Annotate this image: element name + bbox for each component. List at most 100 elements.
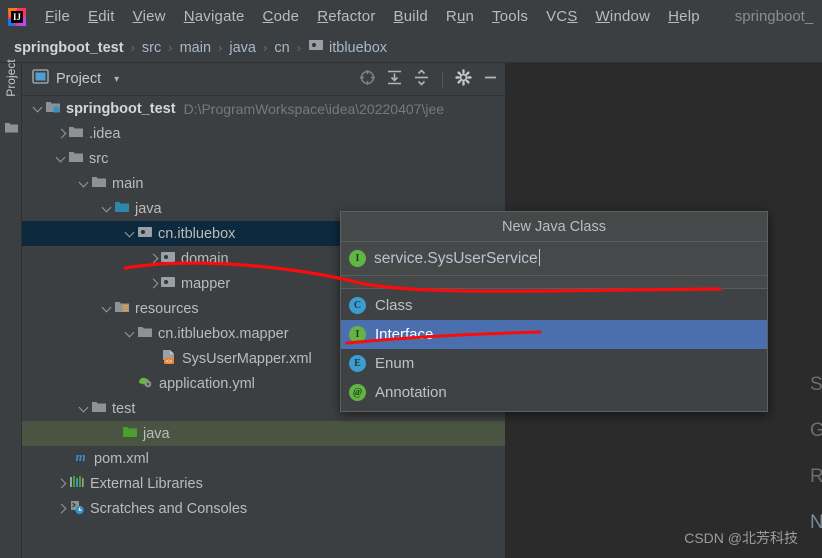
menu-bar: IJ File Edit View Navigate Code Refactor… bbox=[0, 0, 822, 33]
tree-label: pom.xml bbox=[94, 450, 149, 467]
chevron-down-icon[interactable] bbox=[78, 177, 91, 190]
project-tool-window-header: Project ▾ bbox=[22, 63, 505, 96]
annotation-badge-icon: @ bbox=[349, 384, 366, 401]
option-class[interactable]: C Class bbox=[341, 291, 767, 320]
chevron-right-icon[interactable] bbox=[147, 252, 160, 265]
option-label: Class bbox=[375, 297, 413, 314]
chevron-right-icon[interactable] bbox=[147, 277, 160, 290]
breadcrumb-item-java[interactable]: java bbox=[229, 40, 256, 56]
csdn-watermark: CSDN @北芳科技 bbox=[684, 530, 798, 546]
tree-label: java bbox=[135, 200, 162, 217]
chevron-down-icon[interactable] bbox=[55, 152, 68, 165]
hide-tool-window-icon[interactable] bbox=[482, 69, 499, 91]
chevron-down-icon[interactable] bbox=[101, 202, 114, 215]
chevron-down-icon[interactable] bbox=[124, 227, 137, 240]
xml-file-icon: <> bbox=[160, 349, 177, 369]
chevron-right-icon[interactable] bbox=[55, 127, 68, 140]
chevron-down-icon[interactable] bbox=[101, 302, 114, 315]
breadcrumb-separator: › bbox=[262, 40, 268, 55]
source-root-icon bbox=[114, 200, 130, 218]
tree-label: SysUserMapper.xml bbox=[182, 350, 312, 367]
package-icon bbox=[160, 275, 176, 293]
toolbar-divider bbox=[442, 71, 443, 88]
svg-text:m: m bbox=[75, 449, 85, 464]
clipped-menu-letter-r: R bbox=[810, 466, 822, 487]
chevron-down-icon[interactable] bbox=[124, 327, 137, 340]
expand-all-icon[interactable] bbox=[386, 69, 403, 91]
menu-window[interactable]: Window bbox=[587, 6, 660, 27]
sidebar-tab-project[interactable]: Project bbox=[4, 48, 18, 108]
project-view-icon bbox=[32, 69, 49, 89]
option-enum[interactable]: E Enum bbox=[341, 349, 767, 378]
breadcrumb-separator: › bbox=[296, 40, 301, 55]
popup-title: New Java Class bbox=[341, 212, 767, 242]
folder-icon bbox=[137, 325, 153, 343]
option-label: Enum bbox=[375, 355, 415, 372]
folder-icon bbox=[91, 400, 107, 418]
collapse-all-icon[interactable] bbox=[413, 68, 430, 91]
menu-navigate[interactable]: Navigate bbox=[175, 6, 254, 27]
svg-text:IJ: IJ bbox=[13, 12, 22, 22]
tree-row-test-java[interactable]: java bbox=[22, 421, 505, 446]
tree-label: External Libraries bbox=[90, 475, 203, 492]
tree-row-src[interactable]: src bbox=[22, 146, 505, 171]
tree-label: domain bbox=[181, 250, 229, 267]
tree-row-scratches-and-consoles[interactable]: Scratches and Consoles bbox=[22, 496, 505, 521]
menu-edit[interactable]: Edit bbox=[79, 6, 124, 27]
chevron-right-icon[interactable] bbox=[55, 502, 68, 515]
breadcrumb: springboot_test › src › main › java › cn… bbox=[0, 33, 822, 63]
kind-options-list[interactable]: C Class I Interface E Enum @ Annotation bbox=[341, 289, 767, 411]
menu-refactor[interactable]: Refactor bbox=[308, 6, 384, 27]
breadcrumb-item-cn[interactable]: cn bbox=[274, 40, 289, 56]
resource-root-icon bbox=[114, 300, 130, 318]
interface-badge-icon: I bbox=[349, 250, 366, 267]
tree-row-pom-xml[interactable]: m pom.xml bbox=[22, 446, 505, 471]
menu-code[interactable]: Code bbox=[254, 6, 309, 27]
breadcrumb-separator: › bbox=[168, 40, 173, 55]
maven-file-icon: m bbox=[72, 449, 89, 468]
menu-build[interactable]: Build bbox=[385, 6, 437, 27]
intellij-idea-logo-icon: IJ bbox=[6, 6, 28, 28]
breadcrumb-item-springboot_test[interactable]: springboot_test bbox=[14, 40, 124, 56]
project-module-icon bbox=[45, 100, 61, 118]
menu-help[interactable]: Help bbox=[659, 6, 709, 27]
chevron-right-icon[interactable] bbox=[55, 477, 68, 490]
menu-view[interactable]: View bbox=[124, 6, 175, 27]
tree-label: cn.itbluebox bbox=[158, 225, 236, 242]
menu-tools[interactable]: Tools bbox=[483, 6, 537, 27]
folder-icon[interactable] bbox=[4, 121, 19, 139]
tree-row-springboot_test[interactable]: springboot_test D:\ProgramWorkspace\idea… bbox=[22, 96, 505, 121]
tree-row-idea[interactable]: .idea bbox=[22, 121, 505, 146]
chevron-down-icon[interactable] bbox=[32, 102, 45, 115]
menu-run[interactable]: Run bbox=[437, 6, 483, 27]
settings-gear-icon[interactable] bbox=[455, 68, 472, 91]
select-opened-file-icon[interactable] bbox=[359, 69, 376, 91]
option-label: Annotation bbox=[375, 384, 447, 401]
new-java-class-popup: New Java Class I service.SysUserService … bbox=[340, 211, 768, 412]
project-tool-window-title: Project bbox=[56, 71, 102, 87]
tree-label: main bbox=[112, 175, 144, 192]
tree-row-external-libraries[interactable]: External Libraries bbox=[22, 471, 505, 496]
chevron-down-icon[interactable]: ▾ bbox=[114, 74, 119, 85]
menu-file[interactable]: File bbox=[36, 6, 79, 27]
breadcrumb-item-src[interactable]: src bbox=[142, 40, 161, 56]
tree-label: Scratches and Consoles bbox=[90, 500, 248, 517]
breadcrumb-item-main[interactable]: main bbox=[180, 40, 211, 56]
tree-label: .idea bbox=[89, 125, 121, 142]
tree-label: resources bbox=[135, 300, 199, 317]
option-interface[interactable]: I Interface bbox=[341, 320, 767, 349]
test-source-root-icon bbox=[122, 425, 138, 443]
folder-icon bbox=[91, 175, 107, 193]
option-annotation[interactable]: @ Annotation bbox=[341, 378, 767, 407]
package-icon bbox=[160, 250, 176, 268]
breadcrumb-item-itbluebox[interactable]: itbluebox bbox=[329, 40, 387, 56]
breadcrumb-separator: › bbox=[130, 40, 135, 55]
class-name-input[interactable]: I service.SysUserService bbox=[341, 242, 767, 276]
intellij-idea-window: IJ File Edit View Navigate Code Refactor… bbox=[0, 0, 822, 558]
tree-label: src bbox=[89, 150, 109, 167]
chevron-down-icon[interactable] bbox=[78, 402, 91, 415]
menu-vcs[interactable]: VCS bbox=[537, 6, 586, 27]
svg-text:<>: <> bbox=[166, 358, 172, 364]
clipped-menu-letter-s: S bbox=[810, 374, 822, 395]
tree-row-main[interactable]: main bbox=[22, 171, 505, 196]
